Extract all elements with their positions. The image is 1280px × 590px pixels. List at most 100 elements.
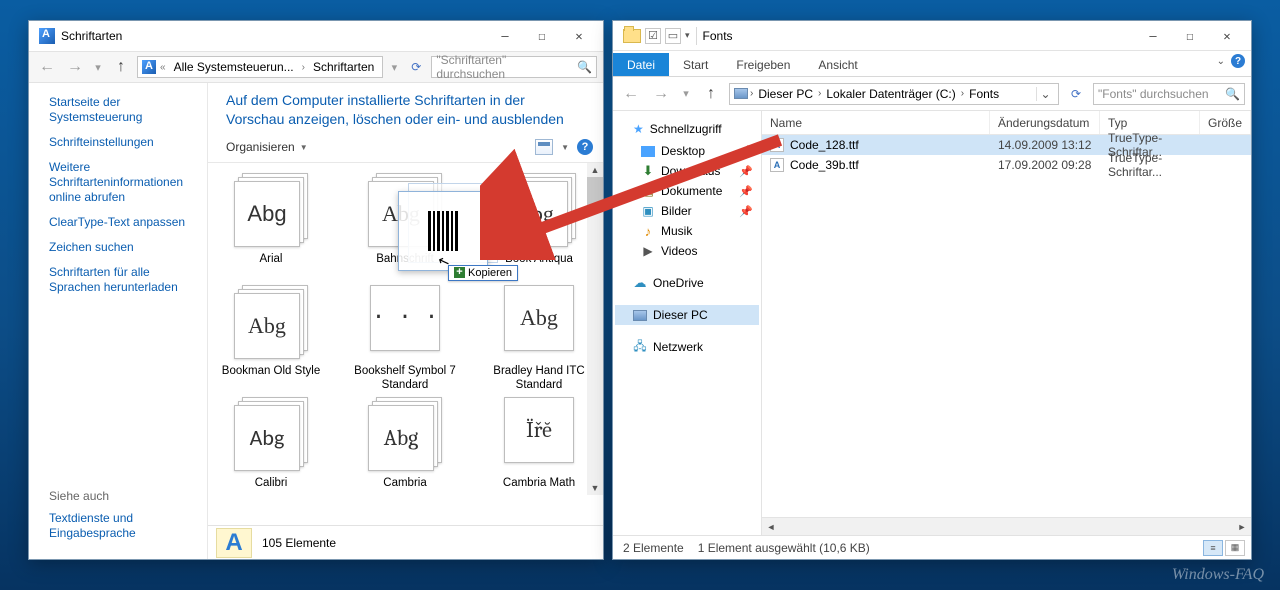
nav-up-button[interactable]: ↑ bbox=[699, 82, 723, 106]
ribbon-expand-button[interactable]: ⌄ bbox=[1217, 56, 1225, 67]
col-name[interactable]: Name bbox=[762, 111, 990, 134]
close-button[interactable]: ✕ bbox=[561, 25, 597, 47]
scroll-right-button[interactable]: ► bbox=[1235, 520, 1249, 534]
scroll-down-button[interactable]: ▼ bbox=[587, 481, 603, 495]
fonts-window-title: Schriftarten bbox=[61, 29, 122, 43]
font-file-icon: A bbox=[770, 138, 784, 152]
refresh-button[interactable]: ⟳ bbox=[1065, 87, 1087, 101]
music-icon: ♪ bbox=[645, 224, 652, 239]
see-also-link[interactable]: Textdienste und Eingabesprache bbox=[49, 511, 193, 541]
breadcrumb-item[interactable]: Lokaler Datenträger (C:) bbox=[823, 87, 958, 101]
tab-share[interactable]: Freigeben bbox=[722, 53, 804, 76]
explorer-titlebar[interactable]: ☑ ▭ ▾ Fonts — ☐ ✕ bbox=[613, 21, 1251, 51]
pc-icon bbox=[734, 88, 748, 99]
folder-icon bbox=[623, 29, 641, 43]
file-row[interactable]: ACode_39b.ttf 17.09.2002 09:28 TrueType-… bbox=[762, 155, 1251, 175]
maximize-button[interactable]: ☐ bbox=[524, 25, 560, 47]
breadcrumb-item[interactable]: Fonts bbox=[966, 87, 1002, 101]
nav-back-button[interactable]: ← bbox=[35, 55, 59, 79]
fonts-search-input[interactable]: "Schriftarten" durchsuchen 🔍 bbox=[431, 56, 597, 78]
explorer-search-input[interactable]: "Fonts" durchsuchen 🔍 bbox=[1093, 83, 1245, 105]
col-date[interactable]: Änderungsdatum bbox=[990, 111, 1100, 134]
font-item[interactable]: Abg Calibri bbox=[216, 397, 326, 505]
status-selection: 1 Element ausgewählt (10,6 KB) bbox=[698, 541, 870, 555]
minimize-button[interactable]: — bbox=[487, 25, 523, 47]
explorer-status-bar: 2 Elemente 1 Element ausgewählt (10,6 KB… bbox=[613, 535, 1251, 559]
font-name-label: Calibri bbox=[255, 477, 288, 505]
sidebar-link[interactable]: Weitere Schriftarteninformationen online… bbox=[49, 160, 193, 205]
font-item[interactable]: Abg Arial bbox=[216, 173, 326, 281]
scrollbar-track[interactable]: ▲ ▼ bbox=[587, 163, 603, 495]
nav-up-button[interactable]: ↑ bbox=[109, 55, 133, 79]
view-details-button[interactable]: ≡ bbox=[1203, 540, 1223, 556]
tree-quick-access-item[interactable]: ♪Musik bbox=[615, 221, 759, 241]
file-list[interactable]: Name Änderungsdatum Typ Größe ACode_128.… bbox=[762, 111, 1251, 535]
tree-quick-access-item[interactable]: ▶Videos bbox=[615, 241, 759, 261]
nav-history-dropdown[interactable]: ▾ bbox=[91, 55, 105, 79]
nav-forward-button[interactable]: → bbox=[649, 82, 673, 106]
tree-quick-access-item[interactable]: ▤Dokumente📌 bbox=[615, 181, 759, 201]
breadcrumb-dropdown[interactable]: ▾ bbox=[387, 55, 401, 79]
tree-onedrive[interactable]: ☁ OneDrive bbox=[615, 273, 759, 293]
tab-file[interactable]: Datei bbox=[613, 53, 669, 76]
breadcrumb[interactable]: « Alle Systemsteuerun... › Schriftarten bbox=[137, 56, 383, 78]
font-item[interactable]: Abg Cambria bbox=[350, 397, 460, 505]
breadcrumb-item[interactable]: Dieser PC bbox=[755, 87, 816, 101]
view-large-icons-button[interactable]: ▦ bbox=[1225, 540, 1245, 556]
nav-history-dropdown[interactable]: ▾ bbox=[679, 82, 693, 106]
tree-network[interactable]: 🖧 Netzwerk bbox=[615, 337, 759, 357]
tab-start[interactable]: Start bbox=[669, 53, 722, 76]
breadcrumb-dropdown[interactable]: ⌄ bbox=[1036, 87, 1054, 101]
font-item[interactable]: Ïřĕ Cambria Math bbox=[484, 397, 594, 505]
minimize-button[interactable]: — bbox=[1135, 25, 1171, 47]
drag-ghost-front bbox=[398, 191, 488, 271]
font-item[interactable]: · · · Bookshelf Symbol 7 Standard bbox=[350, 285, 460, 393]
tree-quick-access-item[interactable]: ⬇Downloads📌 bbox=[615, 161, 759, 181]
tab-view[interactable]: Ansicht bbox=[804, 53, 871, 76]
breadcrumb[interactable]: › Dieser PC › Lokaler Datenträger (C:) ›… bbox=[729, 83, 1059, 105]
drag-copy-tooltip: + Kopieren bbox=[448, 265, 518, 281]
help-button[interactable]: ? bbox=[577, 139, 593, 155]
qat-dropdown[interactable]: ▾ bbox=[685, 30, 690, 41]
page-title: Auf dem Computer installierte Schriftart… bbox=[208, 83, 603, 133]
font-grid[interactable]: Abg Arial Abg Bahnschrift Abg Book Antiq… bbox=[208, 163, 603, 525]
sidebar-link[interactable]: Schrifteinstellungen bbox=[49, 135, 193, 150]
fonts-titlebar[interactable]: Schriftarten — ☐ ✕ bbox=[29, 21, 603, 51]
view-options-button[interactable] bbox=[535, 139, 553, 155]
nav-forward-button[interactable]: → bbox=[63, 55, 87, 79]
font-item[interactable]: Abg Bookman Old Style bbox=[216, 285, 326, 393]
explorer-nav-tree[interactable]: ★ Schnellzugriff Desktop📌⬇Downloads📌▤Dok… bbox=[613, 111, 762, 535]
nav-back-button[interactable]: ← bbox=[619, 82, 643, 106]
breadcrumb-current[interactable]: Schriftarten bbox=[309, 57, 378, 77]
network-icon: 🖧 bbox=[633, 340, 647, 354]
scroll-up-button[interactable]: ▲ bbox=[587, 163, 603, 177]
font-name-label: Cambria Math bbox=[503, 477, 575, 505]
tree-quick-access-item[interactable]: Desktop📌 bbox=[615, 141, 759, 161]
refresh-button[interactable]: ⟳ bbox=[405, 60, 427, 74]
breadcrumb-parent[interactable]: Alle Systemsteuerun... bbox=[170, 57, 298, 77]
tree-quick-access[interactable]: ★ Schnellzugriff bbox=[615, 119, 759, 139]
maximize-button[interactable]: ☐ bbox=[1172, 25, 1208, 47]
col-size[interactable]: Größe bbox=[1200, 111, 1251, 134]
fonts-control-panel-window: Schriftarten — ☐ ✕ ← → ▾ ↑ « Alle System… bbox=[28, 20, 604, 560]
ribbon-help-button[interactable]: ? bbox=[1231, 54, 1245, 68]
horizontal-scrollbar[interactable]: ◄ ► bbox=[762, 517, 1251, 535]
search-icon: 🔍 bbox=[1225, 87, 1240, 101]
tree-quick-access-item[interactable]: ▣Bilder📌 bbox=[615, 201, 759, 221]
qat-newfolder-button[interactable]: ▭ bbox=[665, 28, 681, 44]
fonts-sidebar: Startseite der Systemsteuerung Schriftei… bbox=[29, 83, 207, 559]
sidebar-link[interactable]: Schriftarten für alle Sprachen herunterl… bbox=[49, 265, 193, 295]
font-item[interactable]: Abg Bradley Hand ITC Standard bbox=[484, 285, 594, 393]
scrollbar-thumb[interactable] bbox=[587, 177, 603, 207]
view-dropdown-button[interactable]: ▼ bbox=[561, 143, 569, 152]
font-file-icon: A bbox=[770, 158, 784, 172]
scroll-left-button[interactable]: ◄ bbox=[764, 520, 778, 534]
sidebar-link[interactable]: ClearType-Text anpassen bbox=[49, 215, 193, 230]
close-button[interactable]: ✕ bbox=[1209, 25, 1245, 47]
tree-this-pc[interactable]: Dieser PC bbox=[615, 305, 759, 325]
sidebar-home-link[interactable]: Startseite der Systemsteuerung bbox=[49, 95, 193, 125]
cloud-icon: ☁ bbox=[633, 276, 647, 290]
organize-menu[interactable]: Organisieren ▼ bbox=[220, 137, 314, 157]
qat-properties-button[interactable]: ☑ bbox=[645, 28, 661, 44]
sidebar-link[interactable]: Zeichen suchen bbox=[49, 240, 193, 255]
